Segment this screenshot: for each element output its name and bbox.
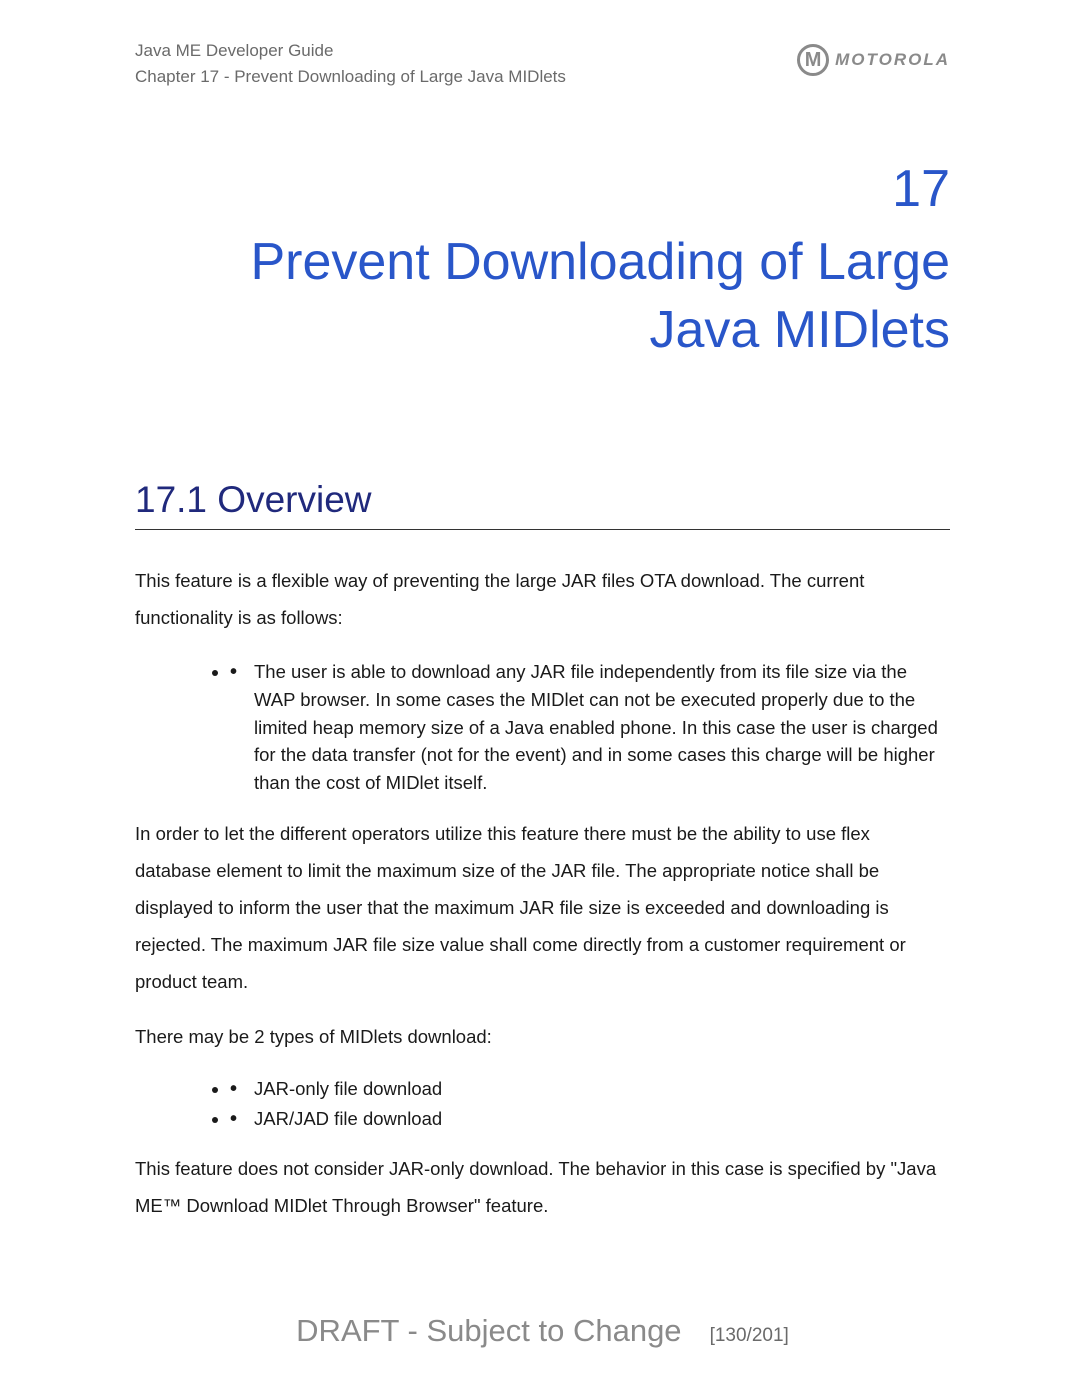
motorola-logo: MOTOROLA — [797, 44, 950, 76]
document-page: Java ME Developer Guide Chapter 17 - Pre… — [0, 0, 1080, 1397]
draft-notice: DRAFT - Subject to Change — [296, 1313, 681, 1349]
bullet-item: JAR/JAD file download — [230, 1105, 940, 1133]
chapter-breadcrumb: Chapter 17 - Prevent Downloading of Larg… — [135, 64, 566, 90]
section-heading: 17.1 Overview — [135, 479, 950, 530]
bullet-item: The user is able to download any JAR fil… — [230, 658, 940, 797]
page-number: [130/201] — [710, 1325, 789, 1347]
bullet-item: JAR-only file download — [230, 1075, 940, 1103]
bullet-list-main: The user is able to download any JAR fil… — [230, 658, 950, 797]
chapter-title: Prevent Downloading of Large Java MIDlet… — [135, 229, 950, 364]
guide-title: Java ME Developer Guide — [135, 38, 566, 64]
page-footer: DRAFT - Subject to Change [130/201] — [135, 1313, 950, 1349]
motorola-logo-text: MOTOROLA — [835, 50, 950, 70]
intro-paragraph: This feature is a flexible way of preven… — [135, 562, 950, 636]
page-header: Java ME Developer Guide Chapter 17 - Pre… — [135, 38, 950, 89]
chapter-number: 17 — [135, 159, 950, 219]
paragraph-3: There may be 2 types of MIDlets download… — [135, 1018, 950, 1055]
paragraph-4: This feature does not consider JAR-only … — [135, 1150, 950, 1224]
motorola-logo-icon — [797, 44, 829, 76]
paragraph-2: In order to let the different operators … — [135, 815, 950, 1000]
bullet-list-types: JAR-only file download JAR/JAD file down… — [230, 1075, 950, 1133]
header-text-block: Java ME Developer Guide Chapter 17 - Pre… — [135, 38, 566, 89]
